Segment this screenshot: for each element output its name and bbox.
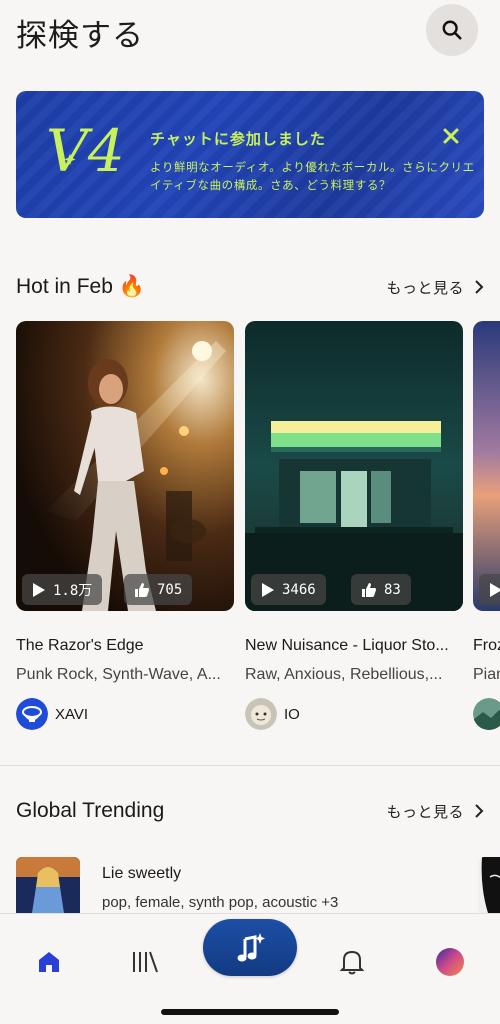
author-name: XAVI bbox=[55, 705, 89, 723]
song-author[interactable] bbox=[473, 698, 500, 730]
song-card[interactable]: 1.8万 705 The Razor's Edge Punk Rock, Syn… bbox=[16, 321, 234, 730]
thumbs-up-icon bbox=[362, 582, 376, 597]
song-author[interactable]: IO bbox=[245, 698, 463, 730]
hot-see-more-link[interactable]: もっと見る bbox=[386, 277, 484, 298]
song-cover-image[interactable] bbox=[478, 857, 500, 913]
song-cover-image[interactable] bbox=[473, 321, 500, 611]
play-count-button[interactable]: 1.8万 bbox=[22, 574, 103, 605]
page-title: 探検する bbox=[16, 18, 144, 54]
play-count: 3466 bbox=[282, 581, 316, 598]
song-author[interactable]: XAVI bbox=[16, 698, 234, 730]
see-more-label: もっと見る bbox=[386, 802, 464, 821]
song-card[interactable]: 3466 83 New Nuisance - Liquor Sto... Raw… bbox=[245, 321, 463, 730]
hot-title: Hot in Feb bbox=[16, 275, 113, 298]
like-button[interactable]: 705 bbox=[124, 574, 193, 605]
create-button[interactable] bbox=[203, 919, 297, 976]
banner-text: チャットに参加しました より鮮明なオーディオ。より優れたボーカル。さらにクリエイ… bbox=[150, 128, 480, 194]
song-cover-image[interactable]: 1.8万 705 bbox=[16, 321, 234, 611]
song-title[interactable]: Froz bbox=[473, 637, 500, 655]
play-icon bbox=[490, 582, 500, 597]
trending-section-header: Global Trending もっと見る bbox=[16, 796, 484, 826]
search-button[interactable] bbox=[426, 4, 478, 56]
like-count: 705 bbox=[157, 581, 183, 598]
song-cover-image[interactable] bbox=[16, 857, 80, 913]
home-indicator bbox=[161, 1009, 339, 1015]
song-title[interactable]: The Razor's Edge bbox=[16, 637, 234, 655]
play-icon bbox=[262, 582, 274, 597]
avatar bbox=[16, 698, 48, 730]
tab-library[interactable] bbox=[115, 932, 175, 992]
section-divider bbox=[0, 765, 500, 766]
hot-section-header: Hot in Feb 🔥 もっと見る bbox=[16, 272, 484, 302]
song-title[interactable]: New Nuisance - Liquor Sto... bbox=[245, 637, 463, 655]
tab-home[interactable] bbox=[19, 932, 79, 992]
play-count-button[interactable]: 3466 bbox=[251, 574, 326, 605]
announcement-banner[interactable]: V4 チャットに参加しました より鮮明なオーディオ。より優れたボーカル。さらにク… bbox=[16, 91, 484, 218]
tab-profile[interactable] bbox=[420, 932, 480, 992]
banner-body: より鮮明なオーディオ。より優れたボーカル。さらにクリエイティブな曲の構成。さあ、… bbox=[150, 160, 475, 192]
section-title: Hot in Feb 🔥 bbox=[16, 275, 145, 299]
banner-heading: チャットに参加しました bbox=[150, 130, 326, 148]
bell-icon bbox=[339, 950, 365, 975]
close-icon[interactable] bbox=[440, 125, 462, 147]
play-count: 1.8万 bbox=[53, 582, 93, 599]
song-cover-image[interactable]: 3466 83 bbox=[245, 321, 463, 611]
play-icon bbox=[33, 582, 45, 597]
search-icon bbox=[442, 20, 462, 40]
see-more-label: もっと見る bbox=[386, 278, 464, 297]
trending-title: Global Trending bbox=[16, 799, 165, 822]
song-tags: Pian bbox=[473, 666, 500, 683]
author-name: IO bbox=[284, 705, 300, 723]
avatar bbox=[245, 698, 277, 730]
library-icon bbox=[133, 951, 158, 973]
like-count: 83 bbox=[384, 581, 401, 598]
song-tags: Punk Rock, Synth-Wave, A... bbox=[16, 666, 221, 683]
song-card[interactable]: Froz Pian bbox=[473, 321, 500, 730]
header: 探検する bbox=[0, 0, 500, 70]
v4-logo: V4 bbox=[46, 119, 125, 183]
profile-avatar bbox=[436, 948, 464, 976]
fire-icon: 🔥 bbox=[118, 275, 146, 298]
section-title: Global Trending bbox=[16, 799, 164, 823]
song-tags: pop, female, synth pop, acoustic +3 bbox=[102, 894, 339, 911]
create-icon bbox=[237, 932, 265, 961]
thumbs-up-icon bbox=[135, 582, 149, 597]
chevron-right-icon bbox=[475, 804, 484, 818]
home-icon bbox=[39, 952, 59, 972]
avatar bbox=[473, 698, 500, 730]
chevron-right-icon bbox=[475, 280, 484, 294]
trending-list-item[interactable]: Lie sweetly pop, female, synth pop, acou… bbox=[16, 857, 500, 913]
like-button[interactable]: 83 bbox=[351, 574, 411, 605]
v4-logo-text: V4 bbox=[46, 119, 125, 183]
song-title[interactable]: Lie sweetly bbox=[102, 865, 181, 883]
trending-see-more-link[interactable]: もっと見る bbox=[386, 801, 484, 822]
play-count-button[interactable] bbox=[479, 574, 500, 605]
tab-notifications[interactable] bbox=[322, 932, 382, 992]
bottom-tab-bar bbox=[0, 913, 500, 1024]
song-tags: Raw, Anxious, Rebellious,... bbox=[245, 666, 443, 683]
